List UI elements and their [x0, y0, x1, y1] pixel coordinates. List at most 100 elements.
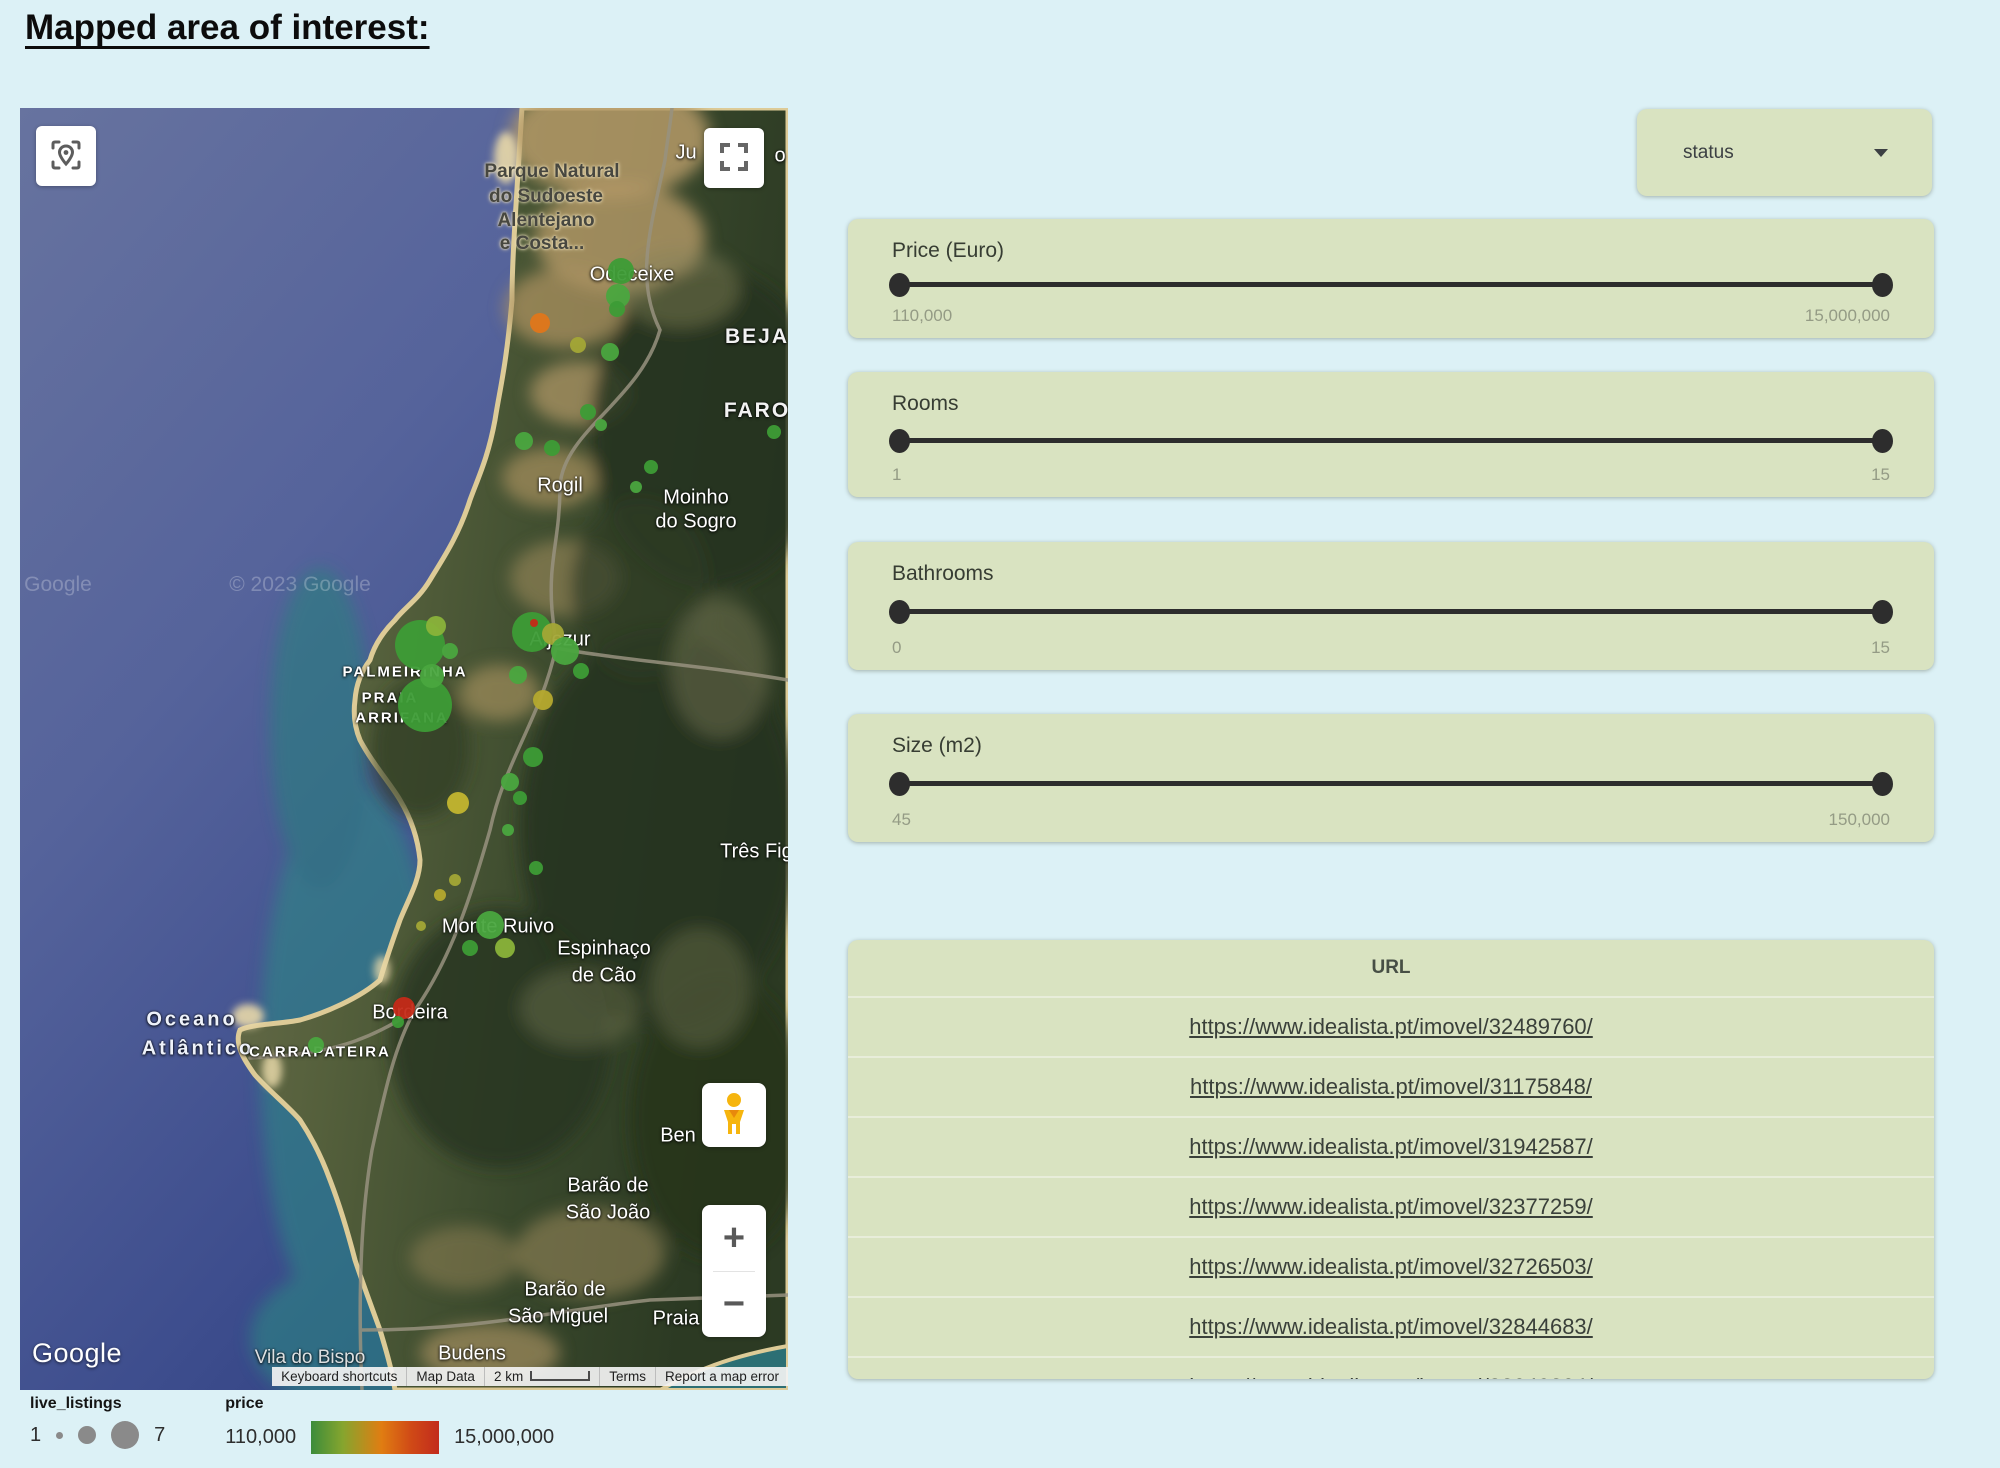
listing-url-link[interactable]: https://www.idealista.pt/imovel/32844683…	[1189, 1314, 1593, 1340]
listing-marker[interactable]	[601, 343, 619, 361]
price-slider-label: Price (Euro)	[892, 239, 1890, 263]
listing-marker[interactable]	[476, 911, 504, 939]
legend-price: price 110,000 15,000,000	[225, 1395, 554, 1454]
price-slider-min: 110,000	[892, 306, 952, 326]
size-slider-min: 45	[892, 810, 911, 830]
listing-marker[interactable]	[530, 313, 550, 333]
pegman-icon	[716, 1092, 752, 1139]
table-row: https://www.idealista.pt/imovel/32726503…	[848, 1236, 1934, 1296]
listing-marker[interactable]	[530, 619, 538, 627]
google-logo[interactable]: Google	[32, 1338, 122, 1369]
price-slider-handle-max[interactable]	[1872, 273, 1893, 297]
listing-marker[interactable]	[544, 440, 560, 456]
table-row: https://www.idealista.pt/imovel/32049204…	[848, 1356, 1934, 1379]
listing-marker[interactable]	[447, 792, 469, 814]
size-slider-handle-max[interactable]	[1872, 772, 1893, 796]
listing-url-link[interactable]: https://www.idealista.pt/imovel/31175848…	[1190, 1074, 1592, 1100]
legend-color-title: price	[225, 1395, 554, 1413]
listing-marker[interactable]	[449, 874, 461, 886]
size-slider-max: 150,000	[1829, 810, 1890, 830]
listing-marker[interactable]	[495, 938, 515, 958]
attribution-map-data: Map Data	[406, 1367, 484, 1386]
listing-marker[interactable]	[580, 404, 596, 420]
legend-size-dot	[111, 1421, 139, 1449]
price-gradient-bar	[311, 1421, 439, 1454]
size-slider	[892, 771, 1890, 797]
attribution-terms[interactable]: Terms	[599, 1367, 655, 1386]
listing-marker[interactable]	[570, 337, 586, 353]
listing-marker[interactable]	[434, 889, 446, 901]
listing-marker[interactable]	[426, 616, 446, 636]
listing-marker[interactable]	[595, 419, 607, 431]
listing-marker[interactable]	[767, 425, 781, 439]
status-dropdown-label: status	[1683, 142, 1734, 164]
listing-marker[interactable]	[573, 663, 589, 679]
map-area-select-button[interactable]	[36, 126, 96, 186]
listing-marker[interactable]	[509, 666, 527, 684]
zoom-out-button[interactable]: −	[702, 1272, 766, 1338]
zoom-control: + −	[702, 1205, 766, 1337]
size-slider-track	[892, 781, 1890, 786]
listing-marker[interactable]	[529, 861, 543, 875]
listing-url-link[interactable]: https://www.idealista.pt/imovel/32377259…	[1189, 1194, 1593, 1220]
bathrooms-slider-handle-min[interactable]	[889, 600, 910, 624]
listing-url-link[interactable]: https://www.idealista.pt/imovel/31942587…	[1189, 1134, 1593, 1160]
attribution-label: Report a map error	[665, 1369, 779, 1384]
attribution-report-a-map-error[interactable]: Report a map error	[655, 1367, 788, 1386]
listing-marker[interactable]	[523, 747, 543, 767]
rooms-slider-max: 15	[1871, 465, 1890, 485]
listing-url-link[interactable]: https://www.idealista.pt/imovel/32726503…	[1189, 1254, 1593, 1280]
listing-marker[interactable]	[609, 301, 625, 317]
listing-marker[interactable]	[502, 824, 514, 836]
street-view-pegman-button[interactable]	[702, 1083, 766, 1147]
rooms-slider-handle-min[interactable]	[889, 429, 910, 453]
bathrooms-slider-label: Bathrooms	[892, 562, 1890, 586]
fullscreen-button[interactable]	[704, 128, 764, 188]
listing-marker[interactable]	[513, 791, 527, 805]
attribution-keyboard-shortcuts[interactable]: Keyboard shortcuts	[272, 1367, 406, 1386]
legend-size-max: 7	[154, 1424, 165, 1447]
bathrooms-slider-track	[892, 609, 1890, 614]
zoom-in-button[interactable]: +	[702, 1205, 766, 1271]
listing-marker[interactable]	[644, 460, 658, 474]
listing-marker[interactable]	[420, 664, 444, 688]
legend-size-min: 1	[30, 1424, 41, 1447]
listing-marker[interactable]	[501, 773, 519, 791]
bathrooms-slider-card: Bathrooms 0 15	[848, 542, 1934, 670]
listing-marker[interactable]	[442, 643, 458, 659]
status-dropdown[interactable]: status	[1637, 109, 1932, 196]
attribution-label: Keyboard shortcuts	[281, 1369, 397, 1384]
listing-marker[interactable]	[416, 921, 426, 931]
listing-url-link[interactable]: https://www.idealista.pt/imovel/32049204…	[1189, 1374, 1593, 1379]
listing-marker[interactable]	[308, 1037, 324, 1053]
url-table-header: URL	[848, 940, 1934, 996]
listing-marker[interactable]	[462, 940, 478, 956]
map-scale-bracket	[530, 1371, 590, 1381]
price-slider	[892, 272, 1890, 298]
listing-marker[interactable]	[392, 1016, 404, 1028]
legend-color-min: 110,000	[225, 1426, 296, 1449]
map-scale: 2 km	[484, 1367, 599, 1386]
listing-marker[interactable]	[551, 637, 579, 665]
bathrooms-slider-handle-max[interactable]	[1872, 600, 1893, 624]
legend-live-listings: live_listings 1 7	[30, 1395, 165, 1454]
bathrooms-slider	[892, 599, 1890, 625]
price-slider-max: 15,000,000	[1805, 306, 1890, 326]
table-row: https://www.idealista.pt/imovel/31175848…	[848, 1056, 1934, 1116]
url-table: URL https://www.idealista.pt/imovel/3248…	[848, 940, 1934, 1379]
listing-marker[interactable]	[515, 432, 533, 450]
rooms-slider-handle-max[interactable]	[1872, 429, 1893, 453]
size-slider-handle-min[interactable]	[889, 772, 910, 796]
size-slider-card: Size (m2) 45 150,000	[848, 714, 1934, 842]
table-row: https://www.idealista.pt/imovel/32489760…	[848, 996, 1934, 1056]
map[interactable]: Parque Naturaldo SudoesteAlentejanoe Cos…	[20, 108, 788, 1390]
listing-marker[interactable]	[630, 481, 642, 493]
listing-marker[interactable]	[533, 690, 553, 710]
listing-url-link[interactable]: https://www.idealista.pt/imovel/32489760…	[1189, 1014, 1593, 1040]
price-slider-handle-min[interactable]	[889, 273, 910, 297]
page-title: Mapped area of interest:	[25, 8, 430, 48]
attribution-label: 2 km	[494, 1369, 523, 1384]
legend-size-dot	[78, 1426, 96, 1444]
price-slider-track	[892, 282, 1890, 287]
listing-marker[interactable]	[608, 258, 634, 284]
